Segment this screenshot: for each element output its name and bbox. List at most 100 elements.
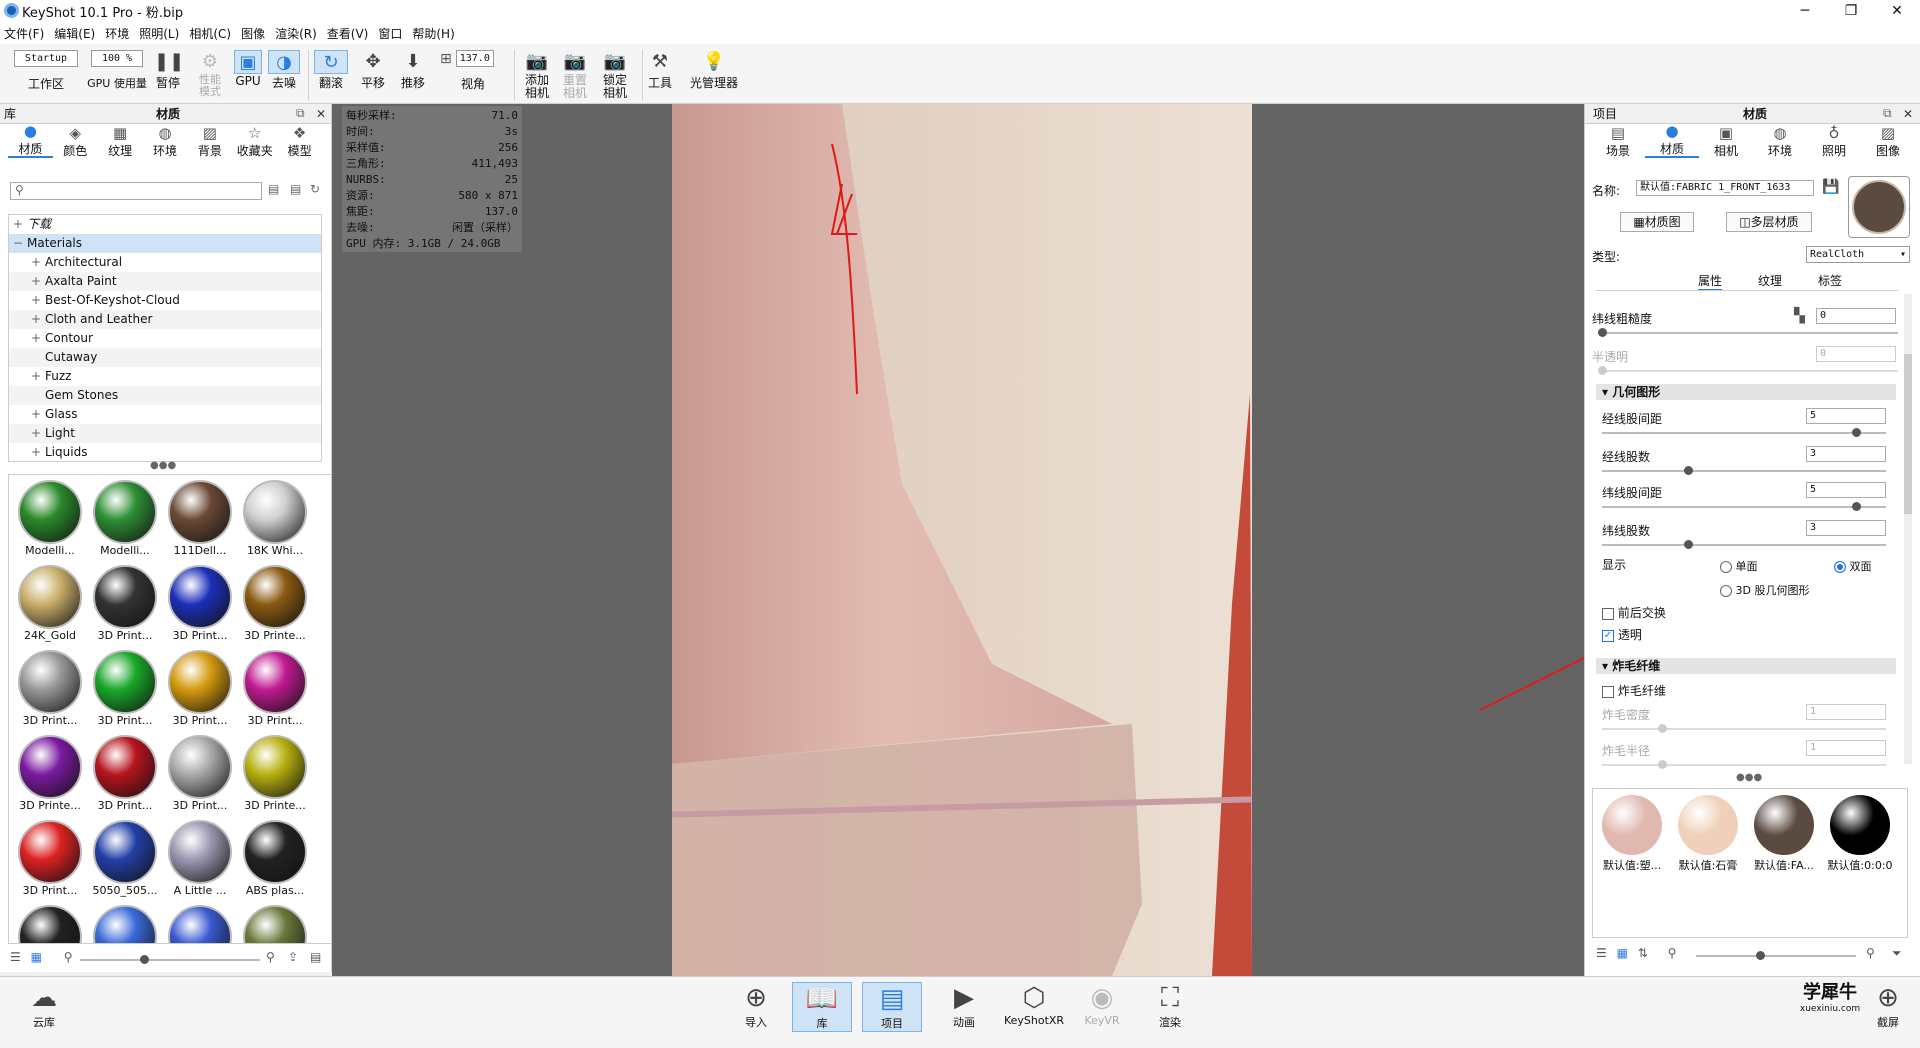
material-thumbnail[interactable]: 3D Printe... (238, 732, 312, 817)
tree-item[interactable]: + Fuzz (9, 367, 321, 386)
menu-image[interactable]: 图像 (241, 25, 265, 42)
library-button[interactable]: 📖 库 (792, 982, 852, 1032)
material-thumbnail[interactable] (88, 902, 162, 943)
performance-mode-button[interactable]: ⚙ 性能 模式 (190, 50, 230, 98)
tools-button[interactable]: ⚒ 工具 (648, 50, 672, 91)
tree-item[interactable]: + Contour (9, 329, 321, 348)
fuzz-checkbox[interactable] (1602, 685, 1614, 698)
material-thumbnail[interactable]: 3D Print... (13, 817, 87, 902)
material-thumbnail[interactable] (163, 902, 237, 943)
material-thumbnail[interactable]: 3D Print... (13, 647, 87, 732)
tree-item[interactable]: + Light (9, 424, 321, 443)
library-search-input[interactable]: ⚲ (10, 182, 262, 200)
dolly-button[interactable]: ⬇ 推移 (396, 50, 430, 91)
pause-button[interactable]: ❚❚ 暂停 (154, 50, 184, 91)
zoom-out-icon[interactable]: ⚲ (64, 950, 73, 964)
weft-roughness-input[interactable]: 0 (1816, 308, 1896, 324)
warp-count-input[interactable]: 3 (1806, 446, 1886, 462)
fuzz-radius-slider[interactable] (1602, 760, 1886, 769)
splitter-handle[interactable]: ●●● (150, 460, 176, 471)
zoom-in-icon[interactable]: ⚲ (1866, 946, 1875, 960)
light-manager-button[interactable]: 💡 光管理器 (686, 50, 742, 91)
material-thumbnail[interactable]: 3D Print... (163, 647, 237, 732)
double-sided-option[interactable]: 双面 (1834, 558, 1872, 574)
material-type-select[interactable]: RealCloth ▾ (1806, 246, 1910, 263)
3d-geometry-option[interactable]: 3D 股几何图形 (1720, 582, 1809, 598)
fuzz-density-slider[interactable] (1602, 724, 1886, 733)
single-sided-option[interactable]: 单面 (1720, 558, 1758, 574)
tree-item[interactable]: Cutaway (9, 348, 321, 367)
restore-button[interactable]: ❐ (1828, 0, 1874, 22)
material-thumbnail[interactable]: 111Dell... (163, 477, 237, 562)
scene-material-swatch[interactable]: 默认值:0:0:0 (1827, 793, 1893, 933)
scene-material-swatch[interactable]: 默认值:石膏 (1675, 793, 1741, 933)
menu-window[interactable]: 窗口 (378, 25, 402, 42)
geometry-section[interactable]: ▾ 几何图形 (1596, 384, 1896, 400)
weft-count-input[interactable]: 3 (1806, 520, 1886, 536)
refresh-icon[interactable]: ↻ (310, 182, 320, 196)
tab-textures[interactable]: ▦ 纹理 (98, 126, 143, 159)
properties-scrollbar[interactable] (1904, 294, 1912, 764)
tree-item-materials[interactable]: − Materials (9, 234, 321, 253)
animation-button[interactable]: ▶ 动画 (934, 982, 994, 1030)
keyshotxr-button[interactable]: ⬡ KeyShotXR (1002, 982, 1066, 1027)
panel-close-icon[interactable]: ✕ (316, 107, 326, 121)
import-button[interactable]: ⊕ 导入 (726, 982, 786, 1030)
tab-lighting[interactable]: ♁ 照明 (1807, 126, 1861, 159)
fov-input[interactable]: 137.0 (455, 50, 494, 67)
filter-icon[interactable]: ⏷ (1892, 946, 1902, 961)
material-thumbnail[interactable]: 5050_505... (88, 817, 162, 902)
material-thumbnail[interactable]: 3D Print... (88, 562, 162, 647)
subtab-properties[interactable]: 属性 (1697, 272, 1722, 291)
fuzz-radius-input[interactable]: 1 (1806, 740, 1886, 756)
tree-item-downloads[interactable]: + 下载 (9, 215, 321, 234)
screenshot-button[interactable]: ⊕ 截屏 (1858, 982, 1918, 1030)
tab-colors[interactable]: ◈ 颜色 (53, 126, 98, 159)
tree-item[interactable]: Gem Stones (9, 386, 321, 405)
material-thumbnail[interactable]: 3D Print... (163, 562, 237, 647)
texture-map-icon[interactable]: ▚ (1794, 308, 1805, 324)
material-thumbnail[interactable]: A Little ... (163, 817, 237, 902)
tab-environment[interactable]: ◍ 环境 (1753, 126, 1807, 159)
material-thumbnail[interactable]: 3D Print... (88, 732, 162, 817)
swatch-size-slider[interactable] (1696, 951, 1856, 960)
fuzz-density-input[interactable]: 1 (1806, 704, 1886, 720)
tab-image[interactable]: ▨ 图像 (1861, 126, 1915, 159)
tree-item[interactable]: + Cloth and Leather (9, 310, 321, 329)
transparent-option[interactable]: ✓ 透明 (1602, 626, 1642, 643)
denoise-toggle[interactable]: ◑ 去噪 (268, 50, 300, 91)
pan-button[interactable]: ✥ 平移 (356, 50, 390, 91)
save-icon[interactable]: 💾 (1822, 179, 1839, 195)
material-thumbnail[interactable]: 3D Printe... (238, 562, 312, 647)
translucency-slider[interactable] (1598, 366, 1898, 375)
menu-camera[interactable]: 相机(C) (189, 25, 231, 42)
material-thumbnail[interactable] (238, 902, 312, 943)
scene-material-swatch[interactable]: 默认值:FA... (1751, 793, 1817, 933)
material-thumbnail[interactable]: ABS plas... (238, 817, 312, 902)
tree-item[interactable]: + Best-Of-Keyshot-Cloud (9, 291, 321, 310)
warp-spacing-slider[interactable] (1602, 428, 1886, 437)
tab-environments[interactable]: ◍ 环境 (143, 126, 188, 159)
tab-favorites[interactable]: ☆ 收藏夹 (232, 126, 277, 159)
menu-file[interactable]: 文件(F) (4, 25, 44, 42)
material-thumbnail[interactable]: 3D Print... (88, 647, 162, 732)
list-view-icon[interactable]: ☰ (1596, 946, 1607, 960)
zoom-in-icon[interactable]: ⚲ (266, 950, 275, 964)
tab-models[interactable]: ❖ 模型 (277, 126, 322, 159)
upload-icon[interactable]: ⇪ (288, 950, 298, 964)
weft-spacing-slider[interactable] (1602, 502, 1886, 511)
radio-3d-geometry[interactable] (1720, 585, 1732, 597)
minimize-button[interactable]: ─ (1782, 0, 1828, 22)
weft-count-slider[interactable] (1602, 540, 1886, 549)
menu-view[interactable]: 查看(V) (327, 25, 369, 42)
tab-camera[interactable]: ▣ 相机 (1699, 126, 1753, 159)
material-thumbnail[interactable]: 3D Print... (163, 732, 237, 817)
grid-view-icon[interactable]: ▦ (31, 950, 42, 964)
reset-camera-button[interactable]: 📷 重置 相机 (558, 50, 592, 100)
cloud-library-button[interactable]: ☁ 云库 (14, 982, 74, 1030)
float-icon[interactable]: ⧉ (1883, 106, 1892, 121)
fuzz-section[interactable]: ▾ 炸毛纤维 (1596, 658, 1896, 674)
subtab-textures[interactable]: 纹理 (1758, 272, 1782, 291)
tree-item[interactable]: + Glass (9, 405, 321, 424)
material-thumbnail[interactable]: 3D Printe... (13, 732, 87, 817)
